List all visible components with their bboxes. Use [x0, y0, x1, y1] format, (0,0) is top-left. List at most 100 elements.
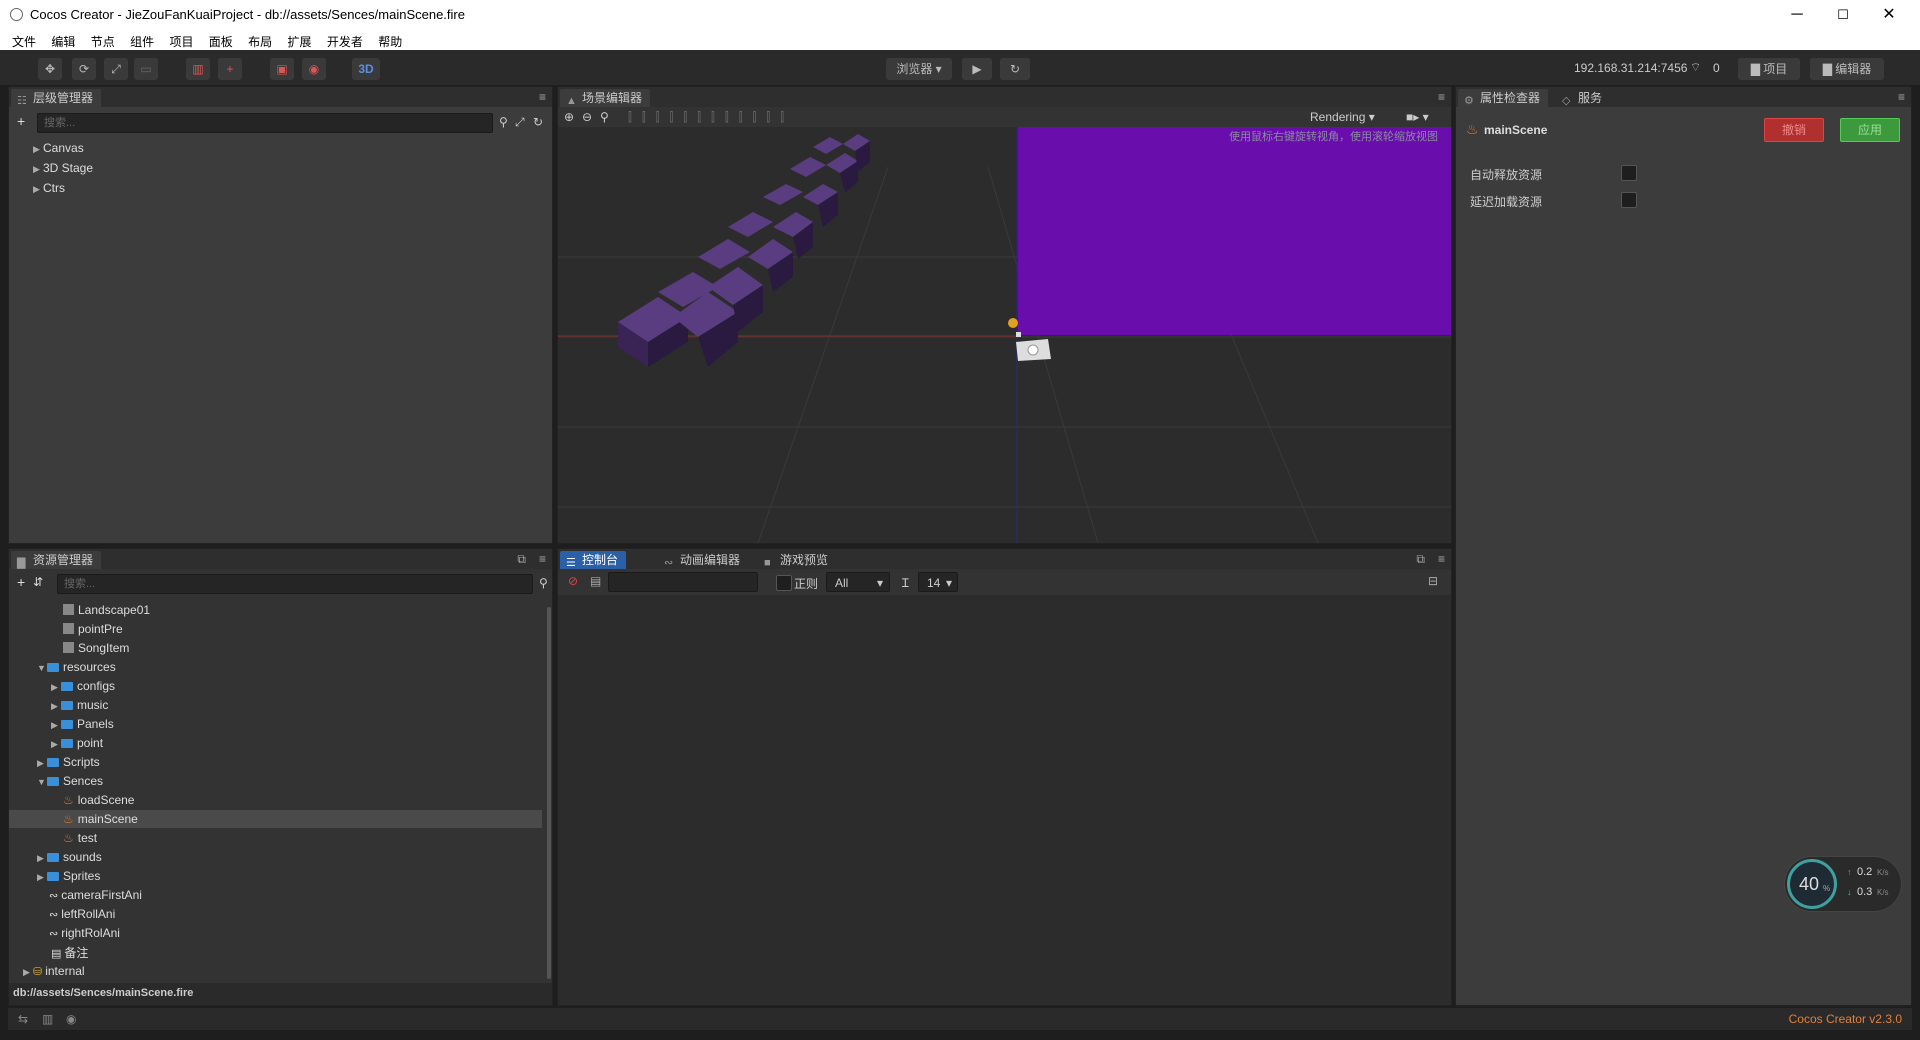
open-log-file-icon[interactable]: ▤ — [590, 574, 601, 588]
add-node-icon[interactable]: + — [17, 113, 25, 129]
expand-arrow-icon[interactable]: ▶ — [33, 160, 43, 178]
asset-folder-scripts[interactable]: ▶ Scripts — [37, 753, 100, 771]
zoom-out-icon[interactable]: ⊖ — [582, 110, 592, 124]
close-button[interactable]: ✕ — [1866, 0, 1912, 30]
pivot-icon[interactable]: ▥ — [186, 58, 210, 80]
log-level-select[interactable]: All ▾ — [826, 572, 890, 592]
asset-item-rightrolani[interactable]: ∾ rightRolAni — [49, 924, 120, 942]
menu-extension[interactable]: 扩展 — [288, 30, 312, 50]
global-icon[interactable]: ◉ — [302, 58, 326, 80]
auto-release-checkbox[interactable] — [1621, 165, 1637, 181]
asset-item-songitem[interactable]: SongItem — [63, 639, 129, 657]
asset-item-mainscene[interactable]: ♨ mainScene — [63, 810, 138, 828]
rotate-tool-icon[interactable]: ⟳ — [72, 58, 96, 80]
clear-log-icon[interactable]: ⊘ — [568, 574, 578, 588]
menu-project[interactable]: 项目 — [169, 30, 193, 50]
menu-component[interactable]: 组件 — [130, 30, 154, 50]
expand-arrow-icon[interactable]: ▶ — [23, 963, 33, 981]
minimize-button[interactable]: ─ — [1774, 0, 1820, 30]
assets-scrollbar[interactable] — [547, 607, 551, 979]
menu-node[interactable]: 节点 — [91, 30, 115, 50]
tab-console[interactable]: ☰ 控制台 — [560, 551, 627, 569]
expand-arrow-icon[interactable]: ▶ — [33, 140, 43, 158]
open-project-button[interactable]: ▇ 项目 — [1738, 58, 1800, 80]
zoom-in-icon[interactable]: ⊕ — [564, 110, 574, 124]
rect-tool-icon[interactable]: ▭ — [134, 58, 158, 80]
menu-panel[interactable]: 面板 — [209, 30, 233, 50]
asset-item-leftrollani[interactable]: ∾ leftRollAni — [49, 905, 115, 923]
align-tools-icon[interactable]: ⫿⫿⫿⫿⫿⫿⫿⫿⫿⫿⫿⫿ — [628, 110, 794, 125]
scene-viewport[interactable]: 使用鼠标右键旋转视角，使用滚轮缩放视图 — [558, 127, 1451, 543]
regex-checkbox[interactable] — [776, 575, 792, 591]
asset-folder-panels[interactable]: ▶ Panels — [51, 715, 114, 733]
local-icon[interactable]: ▣ — [270, 58, 294, 80]
assets-search-input[interactable]: 搜索... — [57, 574, 533, 594]
play-button[interactable]: ▶ — [962, 58, 992, 80]
async-load-checkbox[interactable] — [1621, 192, 1637, 208]
refresh-icon[interactable]: ↻ — [533, 115, 543, 129]
asset-item-landscape01[interactable]: Landscape01 — [63, 601, 150, 619]
tree-node-ctrs[interactable]: ▶ Ctrs — [33, 179, 65, 197]
zoom-reset-icon[interactable]: ⚲ — [600, 110, 609, 124]
panel-menu-icon[interactable]: ≡ — [1898, 90, 1905, 104]
sort-icon[interactable]: ⇵ — [33, 575, 43, 589]
trash-icon[interactable]: ▥ — [42, 1012, 53, 1026]
asset-folder-resources[interactable]: ▼ resources — [37, 658, 116, 676]
expand-arrow-icon[interactable]: ▶ — [51, 678, 61, 696]
open-editor-button[interactable]: ▇ 编辑器 — [1810, 58, 1884, 80]
asset-folder-sences[interactable]: ▼ Sences — [37, 772, 103, 790]
expand-arrow-icon[interactable]: ▶ — [37, 849, 47, 867]
mode-3d-button[interactable]: 3D — [352, 58, 380, 80]
tab-services[interactable]: ◇ 服务 — [1556, 89, 1611, 107]
expand-arrow-icon[interactable]: ▶ — [33, 180, 43, 198]
tab-assets[interactable]: ▇ 资源管理器 — [11, 551, 102, 569]
tree-node-3d-stage[interactable]: ▶ 3D Stage — [33, 159, 93, 177]
collapse-icon[interactable]: ⊟ — [1428, 574, 1438, 588]
console-filter-input[interactable] — [608, 572, 758, 592]
menu-edit[interactable]: 编辑 — [51, 30, 75, 50]
asset-folder-sounds[interactable]: ▶ sounds — [37, 848, 102, 866]
search-icon[interactable]: ⚲ — [499, 115, 508, 129]
asset-folder-music[interactable]: ▶ music — [51, 696, 108, 714]
font-size-select[interactable]: 14 ▾ — [918, 572, 958, 592]
asset-item-pointpre[interactable]: pointPre — [63, 620, 123, 638]
popout-icon[interactable]: ⧉ — [517, 552, 526, 567]
tab-game-preview[interactable]: ■ 游戏预览 — [758, 551, 837, 569]
tab-scene[interactable]: ▲ 场景编辑器 — [560, 89, 651, 107]
tab-animation[interactable]: ∾ 动画编辑器 — [658, 551, 749, 569]
center-icon[interactable]: + — [218, 58, 242, 80]
tab-hierarchy[interactable]: ☷ 层级管理器 — [11, 89, 102, 107]
status-swap-icon[interactable]: ⇆ — [18, 1012, 28, 1026]
menu-developer[interactable]: 开发者 — [327, 30, 363, 50]
collapse-arrow-icon[interactable]: ▼ — [37, 773, 47, 791]
refresh-button[interactable]: ↻ — [1000, 58, 1030, 80]
popout-icon[interactable]: ⧉ — [1416, 552, 1425, 567]
asset-folder-configs[interactable]: ▶ configs — [51, 677, 115, 695]
panel-menu-icon[interactable]: ≡ — [539, 552, 546, 566]
menu-layout[interactable]: 布局 — [248, 30, 272, 50]
asset-folder-sprites[interactable]: ▶ Sprites — [37, 867, 100, 885]
scale-tool-icon[interactable]: ⤢ — [104, 58, 128, 80]
eye-icon[interactable]: ◉ — [66, 1012, 76, 1026]
maximize-button[interactable]: ☐ — [1820, 0, 1866, 30]
expand-icon[interactable]: ⤢ — [515, 115, 525, 130]
expand-arrow-icon[interactable]: ▶ — [37, 754, 47, 772]
network-meter-widget[interactable]: 40 % ↑ 0.2 K/s ↓ 0.3 K/s — [1784, 856, 1902, 912]
expand-arrow-icon[interactable]: ▶ — [51, 716, 61, 734]
tree-node-canvas[interactable]: ▶ Canvas — [33, 139, 84, 157]
asset-item-camerafirstani[interactable]: ∾ cameraFirstAni — [49, 886, 142, 904]
add-asset-icon[interactable]: + — [17, 574, 25, 590]
search-icon[interactable]: ⚲ — [539, 576, 548, 590]
rendering-select[interactable]: Rendering ▾ — [1310, 110, 1375, 124]
asset-item-test[interactable]: ♨ test — [63, 829, 97, 847]
camera-select-icon[interactable]: ■▸ ▾ — [1406, 110, 1429, 124]
preview-platform-select[interactable]: 浏览器 ▾ — [886, 58, 952, 80]
hierarchy-search-input[interactable]: 搜索... — [37, 113, 493, 133]
menu-file[interactable]: 文件 — [12, 30, 36, 50]
panel-menu-icon[interactable]: ≡ — [539, 90, 546, 104]
tab-inspector[interactable]: ⚙ 属性检查器 — [1458, 89, 1549, 107]
panel-menu-icon[interactable]: ≡ — [1438, 552, 1445, 566]
panel-menu-icon[interactable]: ≡ — [1438, 90, 1445, 104]
asset-item-loadscene[interactable]: ♨ loadScene — [63, 791, 134, 809]
expand-arrow-icon[interactable]: ▶ — [51, 735, 61, 753]
